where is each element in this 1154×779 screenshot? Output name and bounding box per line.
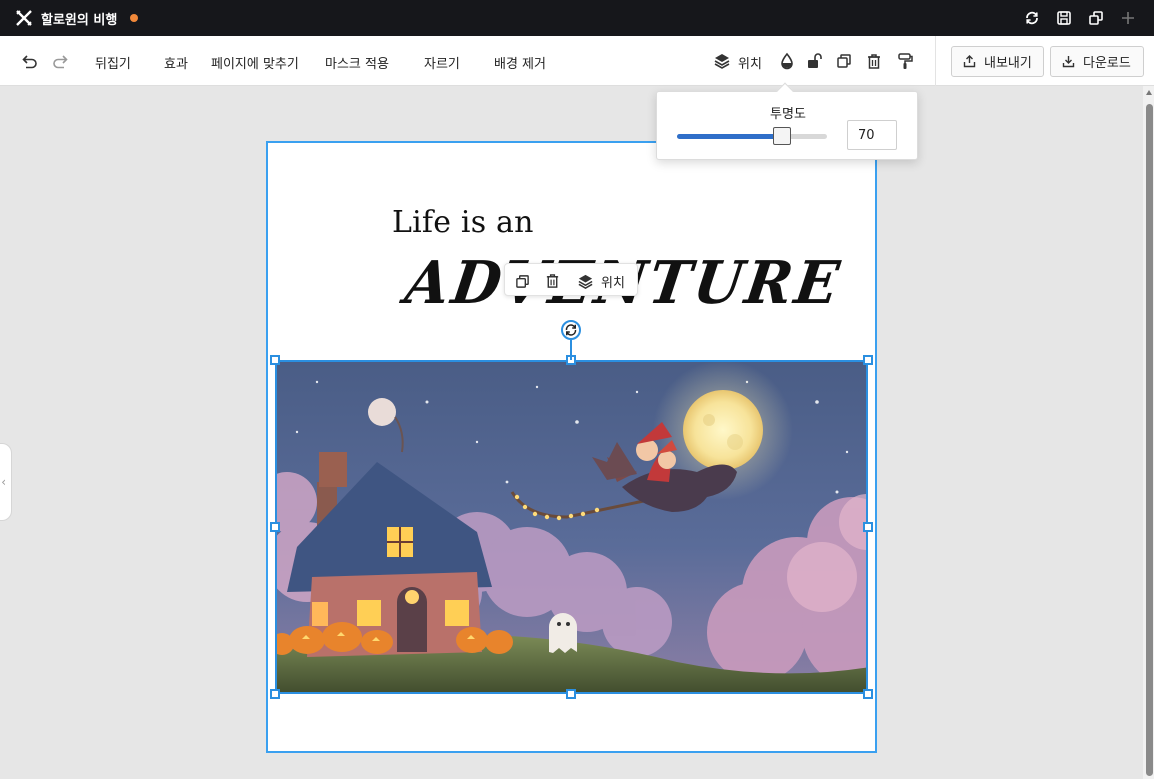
resize-handle-bottom-right[interactable] [863,689,873,699]
effects-button[interactable]: 효과 [164,53,188,72]
crop-button[interactable]: 자르기 [424,53,460,72]
delete-icon[interactable] [864,51,884,71]
title-bar: 할로윈의 비행 [0,0,1154,36]
opacity-slider[interactable] [677,127,827,145]
opacity-input[interactable] [847,120,897,150]
element-context-toolbar: 위치 [504,263,638,296]
export-button[interactable]: 내보내기 [951,46,1044,77]
duplicate-icon[interactable] [512,271,532,291]
scrollbar-thumb[interactable] [1146,104,1153,776]
opacity-slider-thumb[interactable] [773,127,791,145]
opacity-slider-fill [677,134,782,139]
toolbar-divider [935,36,936,86]
redo-icon[interactable] [50,51,70,71]
export-icon [963,55,976,68]
save-icon[interactable] [1054,8,1074,28]
opacity-icon[interactable] [777,51,797,71]
rotate-handle-stem [570,340,572,360]
halloween-illustration [277,362,866,692]
remove-background-button[interactable]: 배경 제거 [494,53,546,72]
layers-icon[interactable] [712,51,732,71]
resize-handle-top-right[interactable] [863,355,873,365]
selected-image[interactable] [275,360,868,694]
document-title[interactable]: 할로윈의 비행 [41,9,117,28]
rotate-icon[interactable] [561,320,581,340]
position-button[interactable]: 위치 [738,53,762,72]
download-label: 다운로드 [1083,56,1131,71]
side-panel-toggle[interactable]: ‹ [0,443,12,521]
unlock-icon[interactable] [805,51,825,71]
unsaved-indicator [130,14,138,22]
paint-roller-icon[interactable] [895,51,915,71]
duplicate-icon[interactable] [834,51,854,71]
opacity-popover: 투명도 [656,82,918,160]
resize-handle-bottom-left[interactable] [270,689,280,699]
sync-icon[interactable] [1022,8,1042,28]
add-icon[interactable] [1118,8,1138,28]
resize-handle-top-left[interactable] [270,355,280,365]
heading-text[interactable]: Life is an [392,205,534,240]
resize-handle-bottom[interactable] [566,689,576,699]
layers-icon[interactable] [575,271,595,291]
duplicate-window-icon[interactable] [1086,8,1106,28]
fit-to-page-button[interactable]: 페이지에 맞추기 [211,53,299,72]
undo-icon[interactable] [20,51,40,71]
export-label: 내보내기 [984,56,1032,71]
download-button[interactable]: 다운로드 [1050,46,1144,77]
delete-icon[interactable] [542,271,562,291]
download-icon [1062,56,1075,68]
editor-toolbar: 뒤집기 효과 페이지에 맞추기 마스크 적용 자르기 배경 제거 위치 내보내기… [0,36,1154,86]
position-button[interactable]: 위치 [601,272,625,291]
chevron-left-icon: ‹ [1,475,6,489]
apply-mask-button[interactable]: 마스크 적용 [325,53,389,72]
flip-button[interactable]: 뒤집기 [95,53,131,72]
scroll-up-arrow-icon[interactable] [1146,90,1152,95]
resize-handle-right[interactable] [863,522,873,532]
app-logo-icon [16,10,32,26]
resize-handle-left[interactable] [270,522,280,532]
